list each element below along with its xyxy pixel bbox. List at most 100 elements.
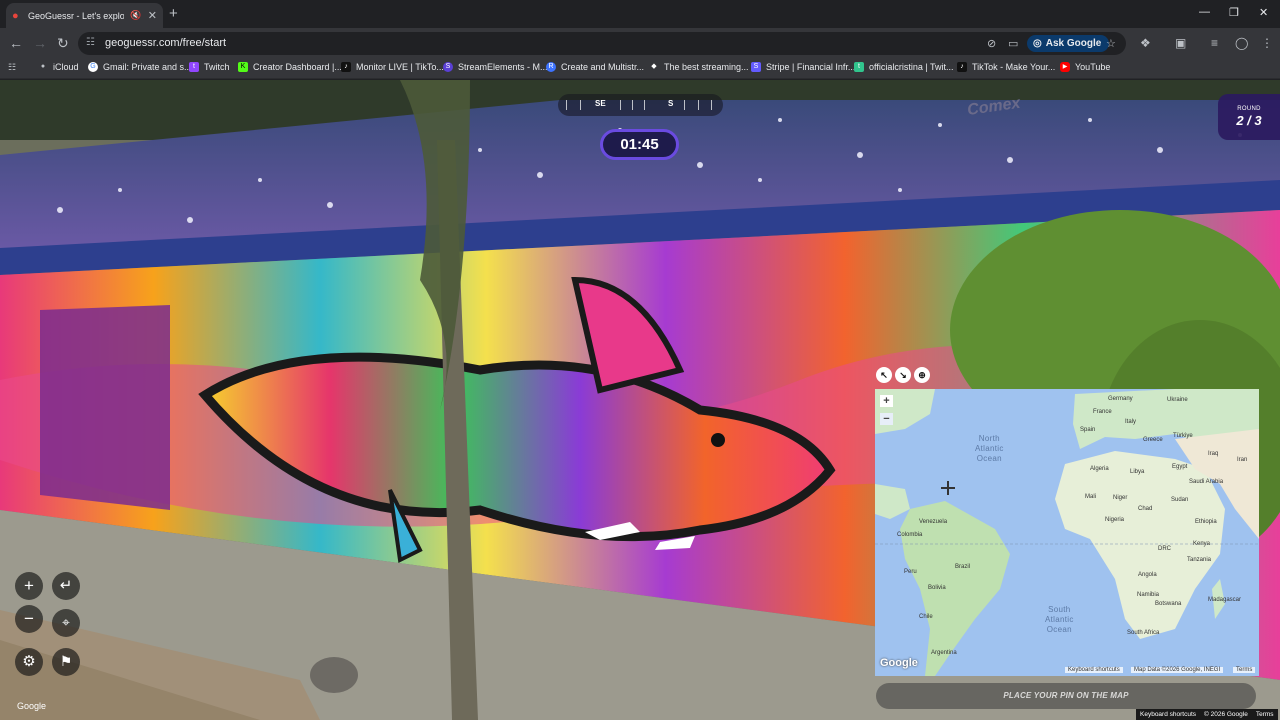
bookmark-gmail[interactable]: G Gmail: Private and s...: [88, 62, 192, 72]
map-label: Sudan: [1171, 497, 1189, 503]
expand-map-icon[interactable]: ↖: [876, 367, 892, 383]
map-label: Madagascar: [1208, 597, 1242, 603]
bookmark-twitch[interactable]: t Twitch: [189, 62, 230, 72]
map-label: Italy: [1125, 419, 1137, 425]
bookmark-restream[interactable]: R Create and Multistr...: [546, 62, 644, 72]
flag-icon[interactable]: ⚑: [52, 648, 80, 676]
ask-google-label: Ask Google: [1045, 38, 1102, 49]
map-label: DRC: [1158, 546, 1171, 552]
round-label: ROUND: [1237, 106, 1261, 112]
extensions-icon[interactable]: ❖: [1140, 36, 1151, 50]
bookmark-creator-dashboard[interactable]: K Creator Dashboard |...: [238, 62, 342, 72]
ocean-label-south-atlantic: South Atlantic Ocean: [1045, 605, 1074, 634]
new-tab-button[interactable]: +: [169, 5, 178, 22]
bookmarks-bar: ☷ ● iCloud G Gmail: Private and s... t Twit…: [0, 59, 1280, 79]
undo-move-button[interactable]: ↵: [52, 572, 80, 600]
map-footer: Keyboard shortcuts Map Data ©2026 Google…: [875, 665, 1259, 676]
keyboard-shortcuts-link[interactable]: Keyboard shortcuts: [1140, 709, 1196, 720]
map-label: Saudi Arabia: [1189, 479, 1224, 485]
settings-gear-icon[interactable]: ⚙: [15, 648, 43, 676]
apple-icon: ●: [40, 63, 46, 70]
map-label: Iran: [1237, 457, 1248, 463]
round-timer: 01:45: [600, 129, 679, 160]
map-label: Bolivia: [928, 585, 946, 591]
streetview-footer: Keyboard shortcuts © 2026 Google Terms: [1136, 709, 1278, 720]
restore-button[interactable]: ❐: [1229, 6, 1239, 19]
google-attribution: Google: [17, 701, 47, 711]
address-bar[interactable]: ☷ geoguessr.com/free/start ⊘ ▭ ◎ Ask Goo…: [78, 32, 1126, 55]
map-label: Iraq: [1208, 451, 1219, 457]
bookmark-star-icon[interactable]: ☆: [1106, 37, 1116, 50]
terms-link[interactable]: Terms: [1256, 709, 1274, 720]
map-label: Ethiopia: [1195, 519, 1217, 525]
map-label: Brazil: [955, 564, 971, 570]
map-label: Kenya: [1193, 541, 1211, 547]
map-label: Mali: [1085, 494, 1097, 500]
minimize-button[interactable]: —: [1199, 6, 1210, 18]
round-value: 2 / 3: [1236, 113, 1262, 128]
map-label: Nigeria: [1105, 517, 1125, 523]
restream-icon: R: [546, 62, 556, 72]
bookmark-best-streaming[interactable]: ◆ The best streaming...: [649, 62, 748, 72]
map-label: Tanzania: [1187, 557, 1212, 563]
twitch-icon: t: [189, 62, 199, 72]
zoom-out-button[interactable]: −: [15, 605, 43, 633]
map-label: Algeria: [1090, 466, 1109, 472]
ask-google-button[interactable]: ◎ Ask Google: [1027, 35, 1110, 52]
map-label: South Africa: [1127, 630, 1160, 636]
compass-s: S: [668, 99, 674, 108]
map-label: Germany: [1108, 396, 1133, 402]
bookmark-icloud[interactable]: ● iCloud: [38, 62, 79, 72]
ocean-label-north-atlantic: North Atlantic Ocean: [975, 434, 1004, 463]
guess-map[interactable]: + − North Atlantic Ocean South Atlantic …: [875, 389, 1259, 676]
shrink-map-icon[interactable]: ↘: [895, 367, 911, 383]
profile-avatar-icon[interactable]: ◯: [1235, 36, 1248, 50]
map-terms-link[interactable]: Terms: [1233, 667, 1256, 673]
return-to-start-pin-icon[interactable]: ⌖: [52, 609, 80, 637]
map-cursor-crosshair-icon: [941, 481, 955, 495]
stripe-icon: S: [751, 62, 761, 72]
map-label: Chile: [919, 614, 933, 620]
twitch-green-icon: t: [854, 62, 864, 72]
pin-map-icon[interactable]: ⊕: [914, 367, 930, 383]
map-label: Egypt: [1172, 464, 1188, 470]
forward-arrow-icon[interactable]: →: [33, 35, 47, 51]
youtube-icon: ▶: [1060, 62, 1070, 72]
bookmark-streamelements[interactable]: S StreamElements - M...: [443, 62, 548, 72]
map-label: Niger: [1113, 495, 1128, 501]
place-pin-button[interactable]: PLACE YOUR PIN ON THE MAP: [876, 683, 1256, 709]
eye-slash-icon[interactable]: ⊘: [987, 37, 996, 50]
menu-kebab-icon[interactable]: ⋮: [1261, 36, 1273, 50]
reload-icon[interactable]: ↻: [57, 35, 69, 51]
site-info-icon[interactable]: ☷: [86, 37, 95, 48]
map-label: Libya: [1130, 469, 1145, 475]
kick-icon: K: [238, 62, 248, 72]
map-label: Greece: [1143, 437, 1163, 443]
apps-grid-icon[interactable]: ☷: [8, 62, 16, 73]
map-label: Colombia: [897, 532, 923, 538]
media-controls-icon[interactable]: ≡: [1211, 36, 1218, 50]
map-zoom-out-button[interactable]: −: [880, 413, 893, 425]
tab-close-button[interactable]: ✕: [148, 9, 157, 22]
bookmark-officialcristina[interactable]: t officialcristina | Twit...: [854, 62, 954, 72]
lens-icon: ◎: [1033, 38, 1042, 49]
bookmark-monitor-live[interactable]: ♪ Monitor LIVE | TikTo...: [341, 62, 444, 72]
cast-icon[interactable]: ▭: [1008, 37, 1018, 50]
side-panel-icon[interactable]: ▣: [1175, 36, 1186, 50]
bookmark-tiktok[interactable]: ♪ TikTok - Make Your...: [957, 62, 1055, 72]
back-arrow-icon[interactable]: ←: [9, 35, 23, 51]
zoom-in-button[interactable]: +: [15, 572, 43, 600]
bookmark-youtube[interactable]: ▶ YouTube: [1060, 62, 1110, 72]
muted-audio-icon[interactable]: 🔇: [130, 10, 141, 21]
map-keyboard-shortcuts-link[interactable]: Keyboard shortcuts: [1065, 667, 1123, 673]
url-text[interactable]: geoguessr.com/free/start: [105, 37, 226, 49]
map-label: Botswana: [1155, 601, 1182, 607]
map-label: Angola: [1138, 572, 1157, 578]
map-label: Ukraine: [1167, 397, 1188, 403]
tiktok-icon: ♪: [957, 62, 967, 72]
tab-geoguessr[interactable]: ● GeoGuessr - Let's explore th 🔇 ✕: [6, 3, 163, 28]
bookmark-stripe[interactable]: S Stripe | Financial Infr...: [751, 62, 855, 72]
geoguessr-favicon-icon: ●: [12, 9, 19, 22]
close-window-button[interactable]: ✕: [1259, 6, 1268, 19]
map-zoom-in-button[interactable]: +: [880, 395, 893, 407]
